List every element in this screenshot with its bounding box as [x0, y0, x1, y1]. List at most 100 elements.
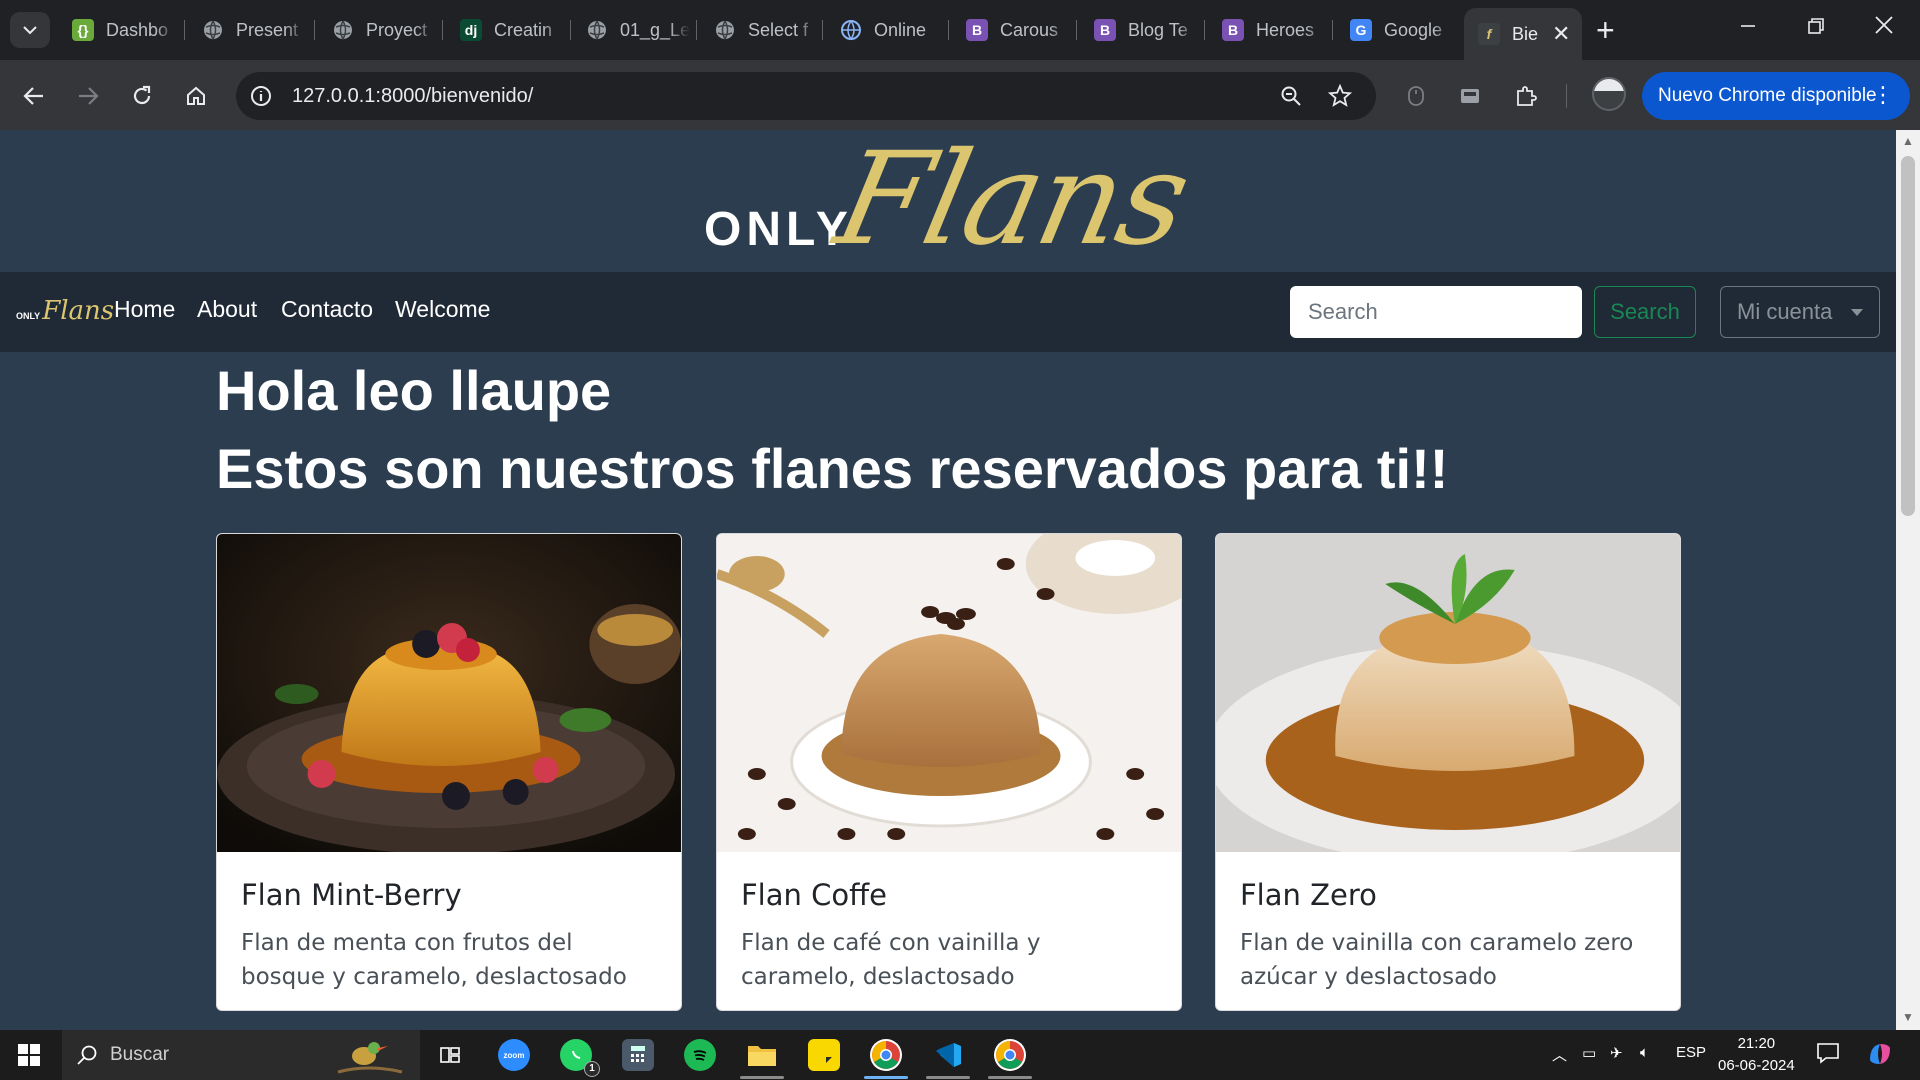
chrome-icon[interactable] — [870, 1039, 902, 1071]
bootstrap-icon: B — [1222, 19, 1244, 41]
google-translate-icon: G — [1350, 19, 1372, 41]
battery-icon[interactable]: ▭ — [1582, 1044, 1596, 1062]
flan-zero-image — [1216, 534, 1680, 852]
globe-icon — [714, 19, 736, 41]
site-info-icon[interactable] — [250, 85, 272, 107]
url-text[interactable]: 127.0.0.1:8000/bienvenido/ — [292, 85, 533, 108]
account-dropdown-button[interactable]: Mi cuenta — [1720, 286, 1880, 338]
navbar-brand-logo[interactable]: ONLYFlans — [16, 296, 114, 326]
zoom-icon[interactable] — [1280, 85, 1302, 107]
file-explorer-icon[interactable] — [746, 1039, 778, 1071]
card-text: Flan de café con vainilla y caramelo, de… — [741, 930, 1041, 990]
nav-home[interactable]: Home — [114, 296, 175, 323]
more-menu-icon[interactable]: ⋮ — [1872, 82, 1894, 108]
page-scrollbar[interactable]: ▲ ▼ — [1896, 130, 1920, 1030]
minimize-window-button[interactable] — [1728, 14, 1768, 40]
tab-dashboard[interactable]: {} Dashbo — [72, 10, 182, 50]
tab-heroes[interactable]: B Heroes — [1222, 10, 1332, 50]
nav-welcome[interactable]: Welcome — [395, 296, 490, 323]
browser-toolbar: 127.0.0.1:8000/bienvenido/ Nuevo Chrome … — [0, 60, 1920, 130]
chevron-down-icon — [23, 26, 37, 35]
card-title: Flan Coffe — [741, 878, 887, 912]
flan-card[interactable]: Flan Mint-Berry Flan de menta con frutos… — [216, 533, 682, 1011]
globe-icon — [586, 19, 608, 41]
reload-icon — [133, 85, 151, 105]
task-view-icon[interactable] — [434, 1039, 466, 1071]
mouse-icon — [1408, 86, 1424, 106]
airplane-icon[interactable]: ✈ — [1610, 1044, 1623, 1062]
notification-badge: 1 — [584, 1061, 600, 1077]
arrow-right-icon — [79, 87, 99, 105]
vscode-icon[interactable] — [932, 1039, 964, 1071]
card-text: Flan de vainilla con caramelo zero azúca… — [1240, 930, 1634, 990]
profile-avatar[interactable] — [1592, 77, 1626, 111]
chrome-icon[interactable] — [994, 1039, 1026, 1071]
flan-card[interactable]: Flan Coffe Flan de café con vainilla y c… — [716, 533, 1182, 1011]
zoom-app-icon[interactable]: zoom — [498, 1039, 530, 1071]
copilot-icon[interactable] — [1866, 1040, 1894, 1072]
home-button[interactable] — [178, 78, 214, 114]
extensions-button[interactable] — [1508, 78, 1544, 114]
extension-button[interactable] — [1452, 78, 1488, 114]
nav-about[interactable]: About — [197, 296, 257, 323]
bookmark-star-icon[interactable] — [1328, 84, 1352, 108]
restore-window-button[interactable] — [1796, 14, 1836, 40]
scroll-up-icon[interactable]: ▲ — [1902, 134, 1914, 148]
language-indicator[interactable]: ESP — [1676, 1044, 1706, 1061]
tab-01-g-le[interactable]: 01_g_Le — [586, 10, 696, 50]
restore-icon — [1808, 18, 1824, 34]
tab-select[interactable]: Select f — [714, 10, 824, 50]
close-tab-icon[interactable]: ✕ — [1552, 21, 1570, 47]
django-icon: dj — [460, 19, 482, 41]
arrow-left-icon — [23, 87, 43, 105]
tab-search-button[interactable] — [10, 12, 50, 48]
nav-contacto[interactable]: Contacto — [281, 296, 373, 323]
search-button[interactable]: Search — [1594, 286, 1696, 338]
tab-active-bienvenido[interactable]: f Bie ✕ — [1464, 8, 1582, 60]
extension-button[interactable] — [1398, 78, 1434, 114]
whatsapp-icon[interactable]: 1 — [560, 1039, 600, 1077]
windows-logo-icon — [18, 1044, 40, 1066]
tab-online[interactable]: Online — [840, 10, 950, 50]
reload-button[interactable] — [124, 78, 160, 114]
braces-icon: {} — [72, 19, 94, 41]
tab-carousel[interactable]: B Carous — [966, 10, 1076, 50]
tab-google[interactable]: G Google — [1350, 10, 1460, 50]
tab-proyect[interactable]: Proyect — [332, 10, 442, 50]
site-navbar: ONLYFlans Home About Contacto Welcome Se… — [0, 272, 1896, 352]
minimize-icon — [1741, 25, 1755, 27]
volume-icon[interactable]: 🔈︎ — [1640, 1044, 1649, 1061]
spotify-icon[interactable] — [684, 1039, 716, 1071]
close-window-button[interactable] — [1864, 14, 1904, 40]
calculator-icon[interactable] — [622, 1039, 654, 1071]
bird-illustration-icon — [337, 1042, 403, 1074]
start-button[interactable] — [18, 1044, 40, 1071]
scrollbar-thumb[interactable] — [1901, 156, 1915, 516]
back-button[interactable] — [16, 78, 52, 114]
web-icon — [840, 19, 862, 41]
tab-present[interactable]: Present — [202, 10, 312, 50]
search-input[interactable] — [1290, 286, 1582, 338]
tab-blog[interactable]: B Blog Te — [1094, 10, 1204, 50]
taskbar-search[interactable]: Buscar — [62, 1030, 420, 1080]
tab-strip: {} Dashbo Present Proyect dj Creatin 01_… — [0, 0, 1920, 60]
address-bar[interactable]: 127.0.0.1:8000/bienvenido/ — [236, 72, 1376, 120]
tab-creating[interactable]: dj Creatin — [460, 10, 570, 50]
subtitle-heading: Estos son nuestros flanes reservados par… — [216, 437, 1449, 500]
windows-taskbar: Buscar zoom 1 ︿ ▭ ✈ 🔈︎ ESP 21:20 06-06-2… — [0, 1030, 1920, 1080]
close-icon — [1875, 16, 1893, 34]
notifications-icon[interactable] — [1816, 1042, 1840, 1068]
forward-button[interactable] — [70, 78, 106, 114]
new-tab-button[interactable]: + — [1596, 12, 1615, 48]
chrome-update-button[interactable]: Nuevo Chrome disponible ⋮ — [1642, 72, 1910, 120]
greeting-heading: Hola leo llaupe — [216, 359, 612, 422]
page-viewport: ONLY Flans ONLYFlans Home About Contacto… — [0, 130, 1896, 1030]
taskbar-clock[interactable]: 21:20 06-06-2024 — [1718, 1033, 1795, 1077]
flan-card[interactable]: Flan Zero Flan de vainilla con caramelo … — [1215, 533, 1681, 1011]
sticky-notes-icon[interactable] — [808, 1039, 840, 1071]
card-title: Flan Zero — [1240, 878, 1377, 912]
scroll-down-icon[interactable]: ▼ — [1902, 1010, 1914, 1024]
caret-down-icon — [1851, 309, 1863, 316]
tray-chevron-up-icon[interactable]: ︿ — [1552, 1044, 1567, 1065]
card-title: Flan Mint-Berry — [241, 878, 462, 912]
